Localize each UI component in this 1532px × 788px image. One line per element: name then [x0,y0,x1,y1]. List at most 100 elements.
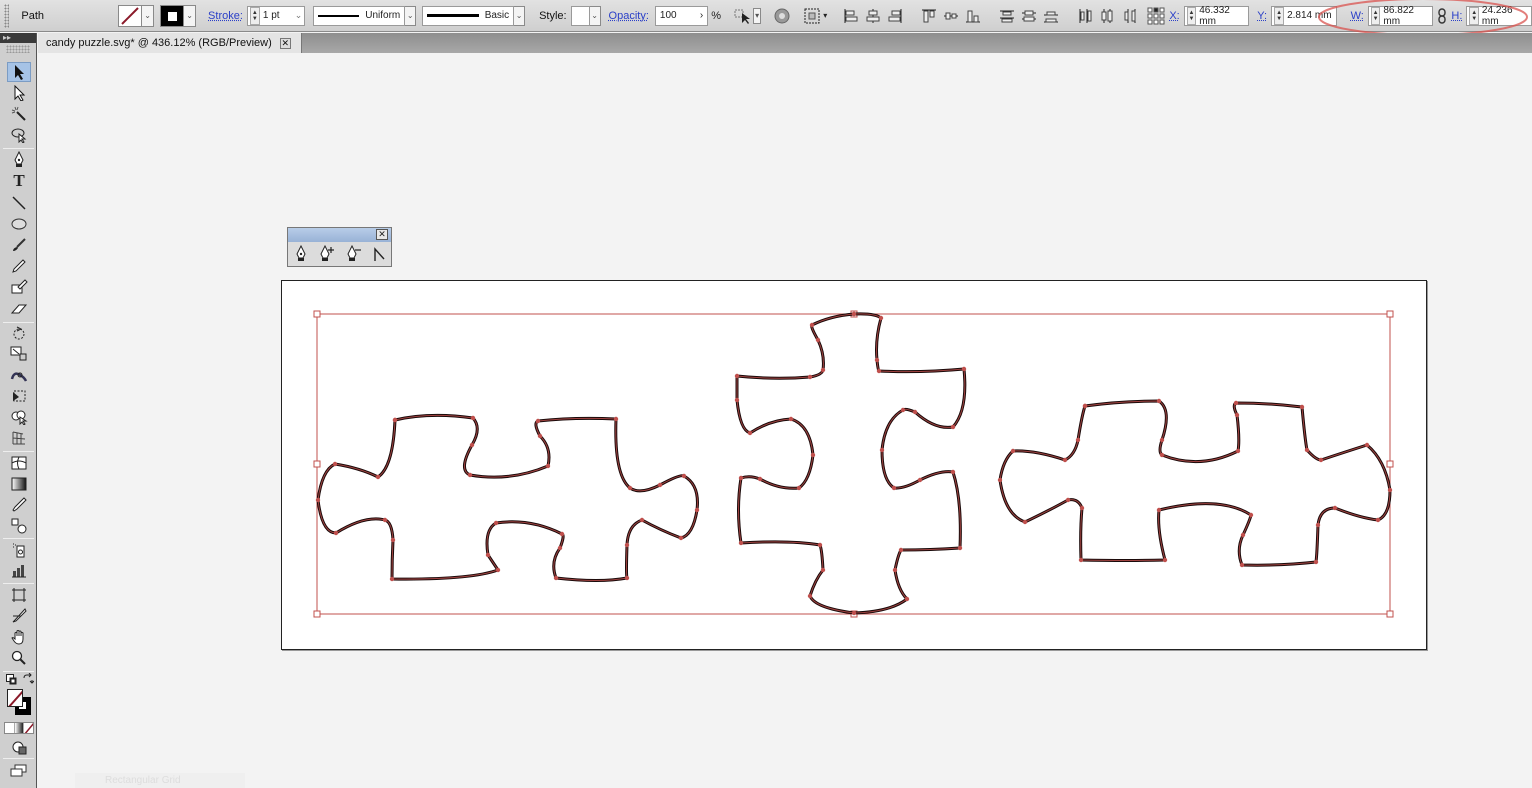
resize-handle-middle-right[interactable] [1386,460,1394,468]
ellipse-tool[interactable] [7,214,31,234]
color-mode-button[interactable] [5,723,15,733]
anchor-point[interactable] [796,485,802,491]
anchor-point[interactable] [678,535,684,541]
anchor-point[interactable] [1387,487,1393,493]
anchor-point[interactable] [892,567,898,573]
anchor-point[interactable] [997,477,1003,483]
anchor-point[interactable] [485,552,491,558]
anchor-point[interactable] [694,507,700,513]
anchor-point[interactable] [467,472,473,478]
anchor-point[interactable] [1156,398,1162,404]
anchor-point[interactable] [817,542,823,548]
anchor-point[interactable] [1078,557,1084,563]
anchor-point[interactable] [957,545,963,551]
anchor-point[interactable] [734,397,740,403]
pen-tool[interactable] [7,150,31,170]
anchor-point[interactable] [495,567,501,573]
resize-handle-bottom-left[interactable] [313,610,321,618]
anchor-point[interactable] [1304,447,1310,453]
anchor-point[interactable] [898,547,904,553]
anchor-point[interactable] [333,530,339,536]
anchor-point[interactable] [1299,404,1305,410]
anchor-point[interactable] [747,430,753,436]
warp-tool[interactable] [7,365,31,385]
line-segment-tool[interactable] [7,193,31,213]
anchor-point[interactable] [820,367,826,373]
anchor-point[interactable] [810,452,816,458]
anchor-point[interactable] [851,311,857,317]
toolbox-collapse-button[interactable]: ▸▸ [0,33,36,43]
anchor-point[interactable] [1233,400,1239,406]
anchor-point[interactable] [734,373,740,379]
pen-panel-titlebar[interactable]: ✕ [288,228,391,242]
pencil-tool[interactable] [7,256,31,276]
toolbox-grip[interactable] [6,45,30,53]
anchor-point[interactable] [1156,507,1162,513]
anchor-point[interactable] [559,531,565,537]
anchor-point[interactable] [470,415,476,421]
anchor-point[interactable] [961,366,967,372]
anchor-point[interactable] [1159,452,1165,458]
add-anchor-point-tool-icon[interactable] [318,245,336,263]
delete-anchor-point-tool-icon[interactable] [345,245,363,263]
anchor-point[interactable] [390,537,396,543]
anchor-point[interactable] [950,469,956,475]
anchor-point[interactable] [1022,519,1028,525]
resize-handle-middle-left[interactable] [313,460,321,468]
zoom-tool[interactable] [7,648,31,668]
anchor-point[interactable] [389,576,395,582]
anchor-point[interactable] [900,407,906,413]
paintbrush-tool[interactable] [7,235,31,255]
direct-selection-tool[interactable] [7,83,31,103]
anchor-point[interactable] [1159,437,1165,443]
selection-tool[interactable] [7,62,31,82]
gradient-tool[interactable] [7,474,31,494]
anchor-point[interactable] [535,418,541,424]
drawing-mode-icon[interactable] [12,741,28,758]
type-tool[interactable]: T [7,171,31,191]
shape-builder-tool[interactable] [7,407,31,427]
anchor-point[interactable] [912,409,918,415]
anchor-point[interactable] [681,473,687,479]
anchor-point[interactable] [1010,448,1016,454]
artboard-tool[interactable] [7,585,31,605]
anchor-point[interactable] [392,417,398,423]
anchor-point[interactable] [904,596,910,602]
change-screen-mode-icon[interactable] [10,764,28,781]
slice-tool[interactable] [7,606,31,626]
anchor-point[interactable] [851,610,857,616]
magic-wand-tool[interactable] [7,104,31,124]
selection-bounding-box[interactable] [313,310,1394,618]
anchor-point[interactable] [332,461,338,467]
hand-tool[interactable] [7,627,31,647]
anchor-point[interactable] [807,374,813,380]
anchor-point[interactable] [917,477,923,483]
anchor-point[interactable] [738,540,744,546]
anchor-point[interactable] [1332,505,1338,511]
pen-tool-icon[interactable] [293,245,309,263]
anchor-point[interactable] [1075,437,1081,443]
eyedropper-tool[interactable] [7,495,31,515]
anchor-point[interactable] [627,485,633,491]
anchor-point[interactable] [624,542,630,548]
anchor-point[interactable] [738,475,744,481]
anchor-point[interactable] [878,315,884,321]
anchor-point[interactable] [493,520,499,526]
anchor-point[interactable] [469,442,475,448]
anchor-point[interactable] [1162,557,1168,563]
anchor-point[interactable] [537,433,543,439]
anchor-point[interactable] [545,463,551,469]
scale-tool[interactable] [7,344,31,364]
anchor-point[interactable] [1082,403,1088,409]
anchor-point[interactable] [613,416,619,422]
resize-handle-bottom-right[interactable] [1386,610,1394,618]
anchor-point[interactable] [657,482,663,488]
anchor-point[interactable] [1375,517,1381,523]
gradient-mode-button[interactable] [14,723,25,733]
resize-handle-top-left[interactable] [313,310,321,318]
anchor-point[interactable] [809,322,815,328]
anchor-point[interactable] [639,517,645,523]
right-puzzle-piece[interactable] [997,398,1393,568]
center-puzzle-piece[interactable] [734,311,967,616]
anchor-point[interactable] [807,593,813,599]
